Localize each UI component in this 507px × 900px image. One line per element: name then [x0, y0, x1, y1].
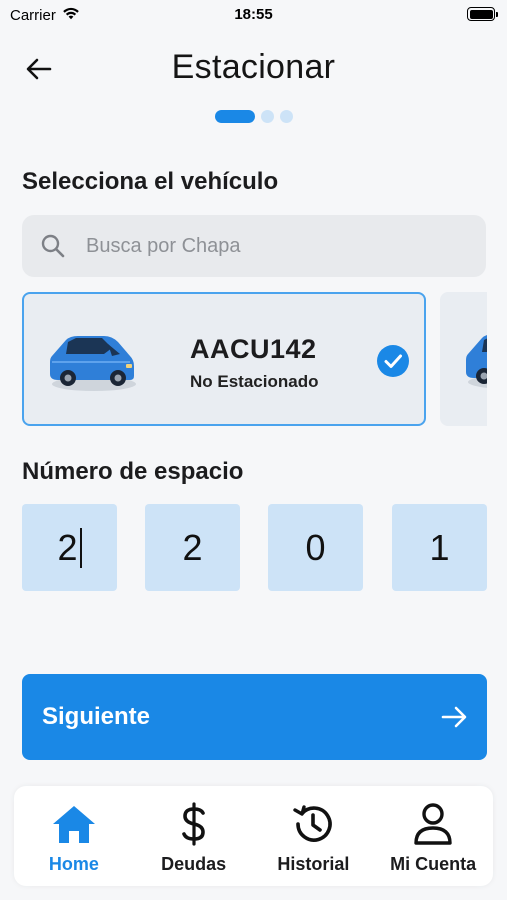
check-circle-icon	[377, 345, 409, 377]
search-input[interactable]	[86, 234, 486, 258]
digit-value: 1	[429, 526, 450, 568]
digit-value: 2	[57, 526, 78, 568]
space-section-label: Número de espacio	[22, 458, 244, 485]
search-box	[22, 215, 486, 277]
status-bar: Carrier 18:55	[0, 0, 507, 30]
next-button-label: Siguiente	[42, 703, 151, 730]
search-icon	[40, 232, 68, 260]
step-dot-2	[260, 110, 274, 123]
car-icon	[466, 335, 487, 388]
tab-deudas[interactable]: Deudas	[134, 786, 253, 875]
tab-label: Home	[48, 854, 99, 874]
user-icon	[413, 802, 453, 846]
digit-field-1[interactable]: 2	[22, 504, 117, 591]
space-number-input: 2 2 0 1	[22, 504, 487, 591]
vehicle-parking-status: No Estacionado	[190, 372, 319, 391]
tab-label: Historial	[277, 854, 350, 874]
step-indicator	[0, 110, 507, 123]
digit-field-4[interactable]: 1	[392, 504, 487, 591]
dollar-icon	[180, 802, 208, 846]
vehicle-plate: AACU142	[190, 334, 317, 364]
home-icon	[50, 802, 98, 846]
tab-mi-cuenta[interactable]: Mi Cuenta	[374, 786, 493, 875]
tab-home[interactable]: Home	[14, 786, 133, 875]
next-button[interactable]: Siguiente	[22, 674, 487, 760]
step-dot-1	[214, 110, 255, 123]
digit-field-3[interactable]: 0	[268, 504, 363, 591]
page-title: Estacionar	[171, 48, 336, 86]
digit-value: 0	[305, 526, 326, 568]
history-icon	[291, 802, 335, 846]
vehicle-carousel[interactable]: AACU142 No Estacionado	[0, 292, 487, 428]
vehicle-card[interactable]: AACU142 No Estacionado	[22, 292, 426, 426]
battery-full-icon	[467, 7, 498, 21]
status-time: 18:55	[234, 6, 273, 23]
arrow-right-icon	[441, 706, 467, 728]
tab-label: Deudas	[161, 854, 227, 874]
header: Estacionar	[0, 40, 507, 100]
digit-value: 2	[182, 526, 203, 568]
tab-label: Mi Cuenta	[390, 854, 477, 874]
step-dot-3	[279, 110, 293, 123]
digit-field-2[interactable]: 2	[145, 504, 240, 591]
vehicle-section-label: Selecciona el vehículo	[22, 168, 279, 195]
vehicle-card-next[interactable]	[440, 292, 487, 426]
bottom-tab-bar: Home Deudas Historial Mi Cuenta	[14, 786, 493, 886]
tab-historial[interactable]: Historial	[254, 786, 373, 875]
text-caret	[79, 527, 82, 568]
car-icon	[50, 336, 136, 391]
